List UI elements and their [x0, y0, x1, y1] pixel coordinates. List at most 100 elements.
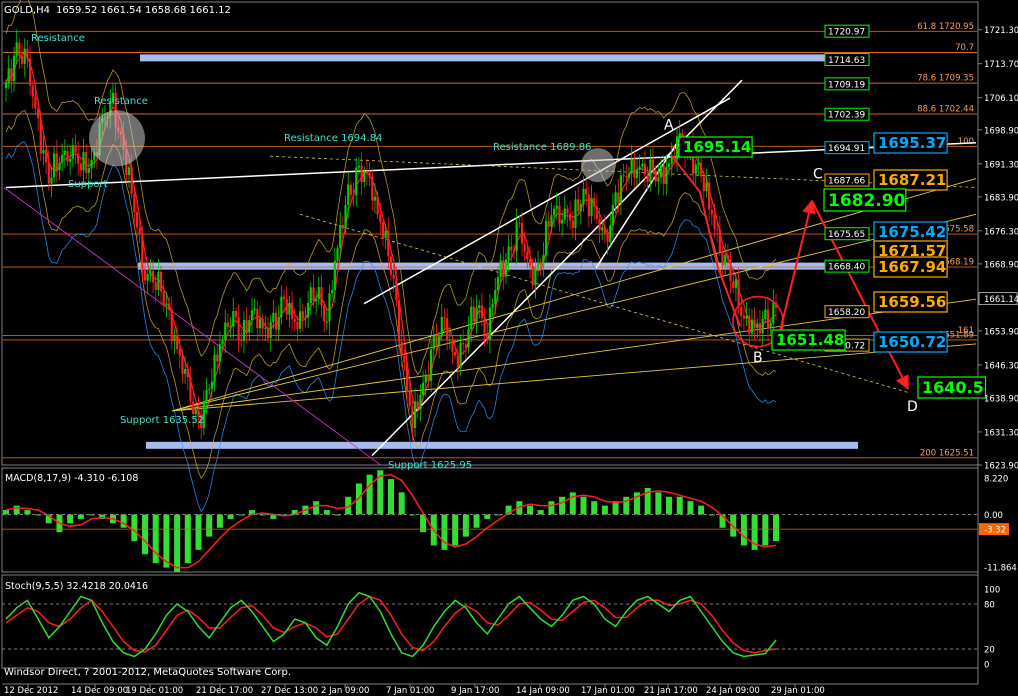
- price-candle: [772, 302, 775, 323]
- price-candle: [248, 319, 251, 333]
- chart-header: GOLD,H4 1659.52 1661.54 1658.68 1661.12: [4, 5, 231, 16]
- price-candle: [61, 154, 64, 163]
- price-candle: [63, 150, 66, 155]
- price-candle: [740, 306, 743, 316]
- price-axis-label: 1631.30: [984, 428, 1018, 438]
- price-candle: [301, 311, 304, 319]
- price-candle: [705, 182, 708, 192]
- price-candle: [127, 167, 131, 175]
- price-candle: [638, 166, 641, 170]
- price-candle: [710, 209, 713, 215]
- price-candle: [384, 230, 387, 239]
- price-candle: [379, 214, 382, 223]
- price-candle: [392, 274, 395, 279]
- macd-histogram-bar: [601, 505, 608, 515]
- price-candle: [258, 319, 262, 329]
- price-candle: [667, 163, 671, 168]
- price-candle: [186, 369, 189, 378]
- macd-histogram-bar: [24, 510, 31, 515]
- price-candle: [250, 310, 254, 320]
- macd-histogram-bar: [698, 505, 705, 515]
- price-candle: [352, 194, 355, 196]
- price-candle: [614, 192, 617, 205]
- price-candle: [176, 334, 179, 350]
- price-candle: [237, 317, 240, 340]
- chart-window: 61.8 1720.95 70.7 78.6 1709.35 88.6 1702.44…: [0, 0, 1018, 696]
- annotation-label: Support 1635.52: [120, 415, 204, 426]
- price-candle: [700, 162, 703, 177]
- chart-canvas[interactable]: 61.8 1720.95 70.7 78.6 1709.35 88.6 1702.44…: [0, 0, 1018, 696]
- stoch-panel-frame: [1, 574, 979, 669]
- price-candle: [298, 311, 302, 329]
- macd-panel-frame: [1, 467, 979, 573]
- price-axis-label: 1661.14: [984, 295, 1018, 305]
- price-candle: [662, 165, 665, 184]
- price-candle: [518, 222, 521, 224]
- price-candle: [510, 246, 513, 251]
- price-candle: [462, 343, 465, 345]
- price-candle: [320, 286, 323, 306]
- pattern-point-label: B: [753, 350, 763, 366]
- price-candle: [325, 321, 328, 323]
- price-candle: [280, 296, 283, 318]
- price-candle: [617, 192, 620, 203]
- price-candle: [159, 271, 163, 292]
- macd-histogram-bar: [184, 514, 191, 564]
- price-candle: [373, 196, 377, 201]
- price-candle: [143, 269, 147, 281]
- big-price-label: 1659.56: [878, 293, 946, 311]
- price-candle: [221, 340, 224, 345]
- price-candle: [36, 108, 40, 118]
- time-axis-label: 24 Jan 09:00: [706, 686, 760, 696]
- trend-line: [363, 97, 731, 305]
- fib-level-label: 100: [958, 137, 974, 147]
- price-candle: [365, 171, 369, 173]
- price-candle: [253, 308, 256, 311]
- price-candle: [344, 205, 347, 229]
- stoch-title: Stoch(9,5,5) 32.4218 20.0416: [5, 581, 148, 592]
- price-candle: [213, 354, 216, 382]
- big-price-label: 1682.90: [828, 191, 906, 211]
- price-candle: [165, 303, 168, 306]
- level-price-label: 1694.91: [828, 144, 865, 154]
- level-price-label: 1709.19: [828, 80, 865, 90]
- stoch-axis-label: 80: [984, 601, 995, 611]
- price-candle: [523, 243, 526, 252]
- price-candle: [240, 339, 243, 341]
- fib-level-label: 78.6 1709.35: [917, 74, 974, 84]
- price-candle: [184, 369, 187, 374]
- price-candle: [702, 176, 705, 192]
- price-candle: [675, 136, 679, 160]
- price-candle: [651, 159, 655, 171]
- macd-histogram-bar: [441, 514, 448, 550]
- annotation-label: Support: [68, 179, 108, 190]
- macd-axis-label: 0.00: [984, 511, 1003, 521]
- price-candle: [558, 205, 561, 224]
- price-candle: [544, 221, 548, 256]
- price-candle: [454, 351, 457, 356]
- price-candle: [15, 42, 18, 56]
- macd-histogram-bar: [676, 496, 683, 515]
- price-candle: [256, 308, 259, 329]
- stoch-axis-label: 20: [984, 646, 995, 656]
- macd-histogram-bar: [527, 505, 534, 515]
- price-candle: [619, 175, 623, 203]
- price-candle: [443, 317, 446, 319]
- price-axis-label: 1668.90: [984, 260, 1018, 270]
- price-candle: [357, 165, 361, 168]
- price-candle: [758, 323, 762, 334]
- big-price-label: 1650.72: [878, 333, 946, 351]
- chart-symbol: GOLD,H4: [4, 5, 50, 16]
- price-candle: [555, 205, 558, 209]
- price-candle: [654, 170, 657, 182]
- price-candle: [242, 320, 246, 341]
- price-candle: [528, 259, 532, 266]
- price-candle: [135, 212, 139, 228]
- price-candle: [539, 263, 542, 265]
- stoch-main-line: [5, 591, 777, 658]
- price-candle: [499, 260, 502, 278]
- price-candle: [315, 298, 318, 302]
- support-resistance-zone: [140, 54, 858, 62]
- price-candle: [601, 227, 604, 231]
- big-price-label: 1667.94: [878, 258, 946, 276]
